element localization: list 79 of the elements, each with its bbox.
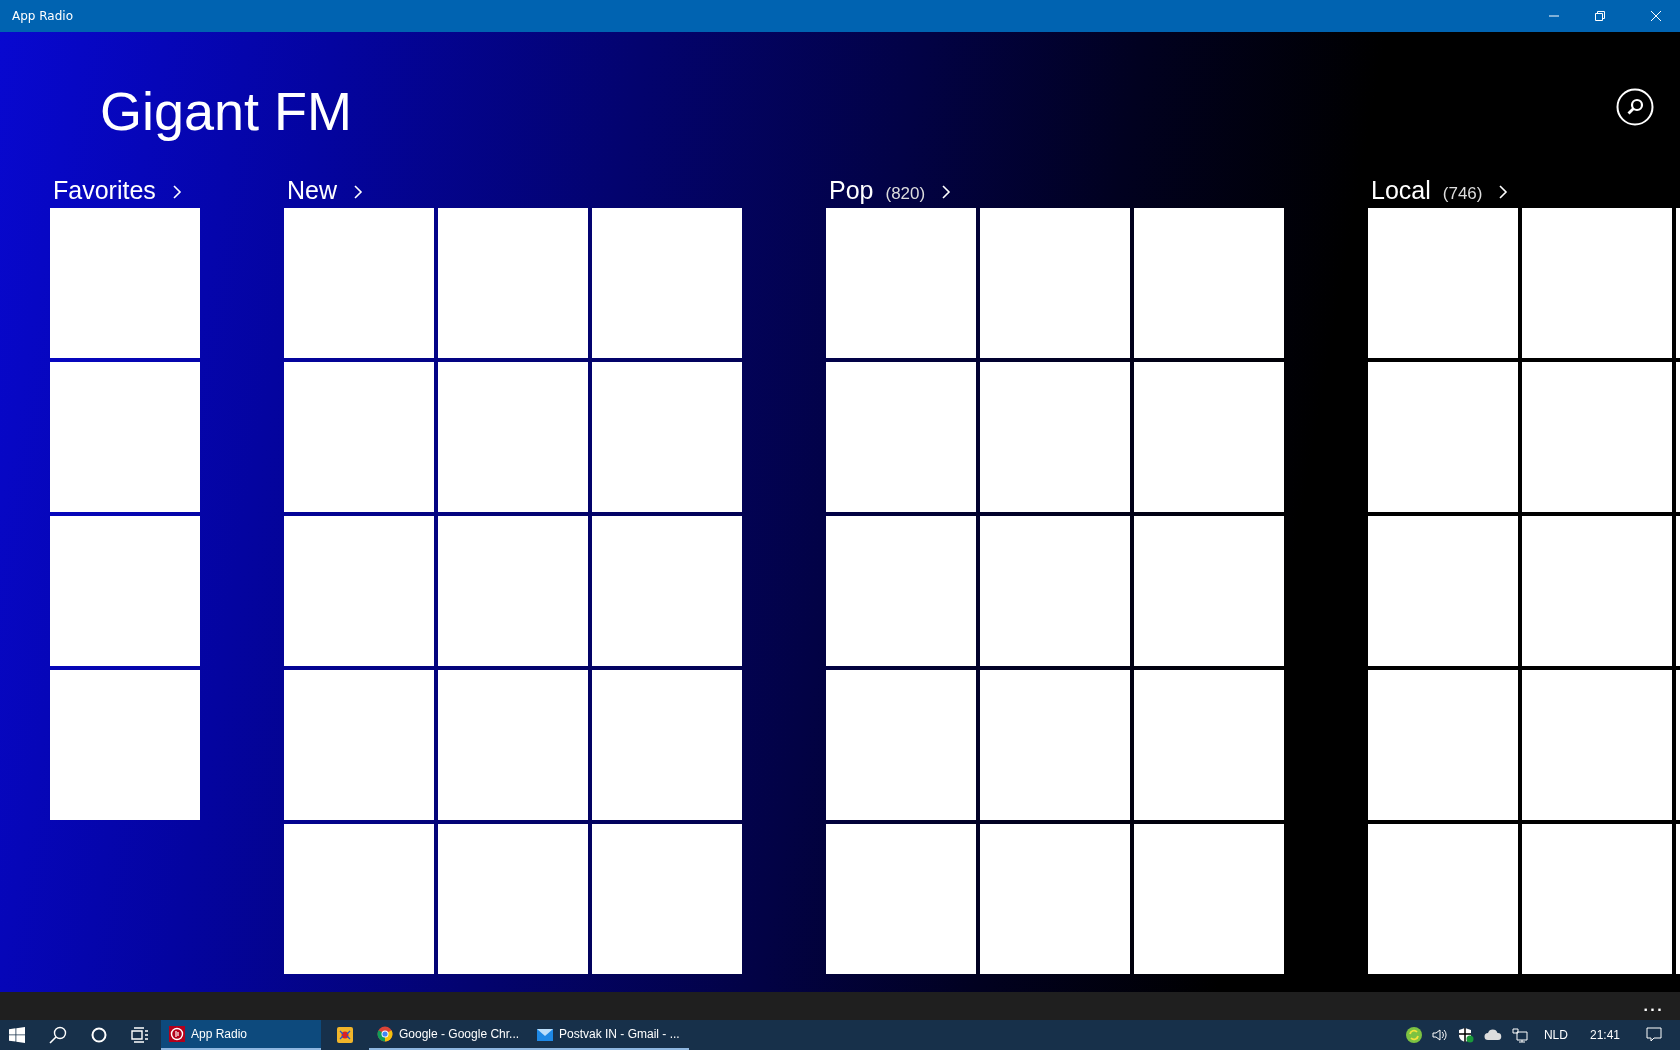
station-tile[interactable] <box>50 516 200 666</box>
station-tile[interactable] <box>980 362 1130 512</box>
station-tile[interactable] <box>1134 516 1284 666</box>
station-tile[interactable] <box>50 208 200 358</box>
window-title: App Radio <box>11 9 74 23</box>
chevron-icon[interactable] <box>1498 184 1509 200</box>
section-title[interactable]: Local <box>1371 176 1431 205</box>
station-tile[interactable] <box>592 670 742 820</box>
search-icon[interactable] <box>1616 87 1654 126</box>
windows-start-icon[interactable] <box>9 1027 25 1043</box>
station-tile[interactable] <box>592 208 742 358</box>
station-tile[interactable] <box>826 208 976 358</box>
station-tile[interactable] <box>826 824 976 974</box>
chevron-icon[interactable] <box>353 184 363 200</box>
radio-app-icon <box>169 1026 185 1042</box>
cloud-icon[interactable] <box>1483 1029 1502 1041</box>
station-tile[interactable] <box>1134 208 1284 358</box>
station-title: Gigant FM <box>100 80 353 142</box>
taskbar-app[interactable]: Postvak IN - Gmail - ... <box>529 1020 689 1050</box>
station-tile[interactable] <box>592 516 742 666</box>
more-button[interactable]: ... <box>1643 998 1664 1014</box>
task-view-icon[interactable] <box>131 1027 149 1043</box>
notifications-icon[interactable] <box>1646 1027 1662 1043</box>
station-tile[interactable] <box>1522 670 1672 820</box>
station-tile[interactable] <box>980 670 1130 820</box>
chrome-icon <box>377 1026 393 1042</box>
station-tile[interactable] <box>1522 208 1672 358</box>
station-tile[interactable] <box>1134 670 1284 820</box>
station-tile[interactable] <box>980 516 1130 666</box>
sync-icon[interactable] <box>1405 1027 1422 1043</box>
station-tile[interactable] <box>1368 208 1518 358</box>
cortana-icon[interactable] <box>91 1027 107 1043</box>
station-tile[interactable] <box>438 670 588 820</box>
section-title[interactable]: Pop <box>829 176 874 205</box>
station-tile[interactable] <box>980 208 1130 358</box>
section-title[interactable]: New <box>287 176 337 205</box>
station-tile[interactable] <box>826 362 976 512</box>
restore-icon[interactable] <box>1594 10 1606 22</box>
station-tile[interactable] <box>1522 824 1672 974</box>
section-title[interactable]: Favorites <box>53 176 156 205</box>
station-tile[interactable] <box>284 208 434 358</box>
station-tile[interactable] <box>592 362 742 512</box>
station-tile[interactable] <box>1134 362 1284 512</box>
shield-icon[interactable] <box>1457 1027 1474 1043</box>
station-tile[interactable] <box>438 362 588 512</box>
language-indicator[interactable]: NLD <box>1543 1028 1568 1042</box>
clock[interactable]: 21:41 <box>1589 1028 1620 1042</box>
station-tile[interactable] <box>438 824 588 974</box>
section-count: (746) <box>1442 184 1483 204</box>
taskbar-app[interactable]: Google - Google Chr... <box>369 1020 529 1050</box>
station-tile[interactable] <box>826 670 976 820</box>
station-tile[interactable] <box>284 670 434 820</box>
station-tile[interactable] <box>826 516 976 666</box>
station-tile[interactable] <box>1134 824 1284 974</box>
station-tile[interactable] <box>50 670 200 820</box>
station-tile[interactable] <box>980 824 1130 974</box>
station-tile[interactable] <box>438 516 588 666</box>
station-tile[interactable] <box>592 824 742 974</box>
mail-icon <box>537 1027 553 1041</box>
network-icon[interactable] <box>1511 1027 1528 1043</box>
chevron-icon[interactable] <box>941 184 952 200</box>
station-tile[interactable] <box>284 516 434 666</box>
taskbar-app[interactable]: App Radio <box>161 1020 321 1050</box>
station-tile[interactable] <box>438 208 588 358</box>
section-count: (820) <box>885 184 926 204</box>
close-icon[interactable] <box>1650 10 1662 22</box>
station-tile[interactable] <box>1522 362 1672 512</box>
station-tile[interactable] <box>284 824 434 974</box>
station-tile[interactable] <box>1368 824 1518 974</box>
speaker-icon[interactable] <box>1431 1027 1448 1043</box>
station-tile[interactable] <box>284 362 434 512</box>
station-tile[interactable] <box>1522 516 1672 666</box>
chevron-icon[interactable] <box>171 184 182 200</box>
station-tile[interactable] <box>1368 516 1518 666</box>
search-icon[interactable] <box>49 1026 67 1044</box>
station-tile[interactable] <box>1368 362 1518 512</box>
game-app-icon <box>337 1027 353 1043</box>
station-tile[interactable] <box>50 362 200 512</box>
station-tile[interactable] <box>1368 670 1518 820</box>
